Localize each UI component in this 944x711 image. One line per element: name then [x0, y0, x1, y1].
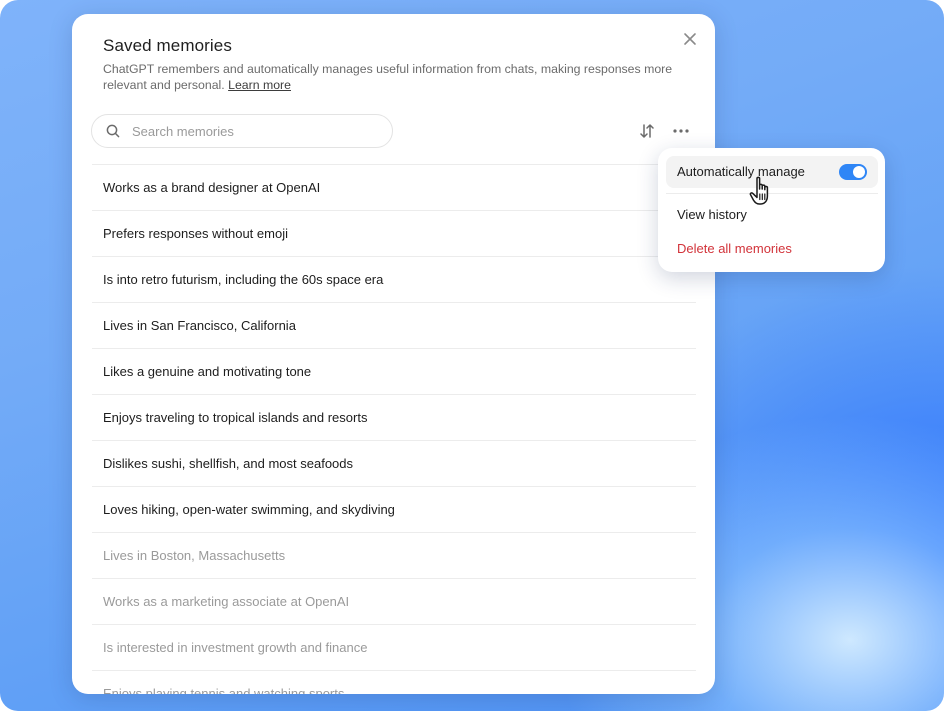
memory-item[interactable]: Likes a genuine and motivating tone: [92, 349, 696, 395]
memory-item[interactable]: Loves hiking, open-water swimming, and s…: [92, 487, 696, 533]
dialog-description: ChatGPT remembers and automatically mana…: [103, 61, 683, 93]
learn-more-link[interactable]: Learn more: [228, 78, 291, 92]
menu-item-view-history[interactable]: View history: [677, 207, 747, 222]
desktop-background: Saved memories ChatGPT remembers and aut…: [0, 0, 944, 711]
memory-item[interactable]: Enjoys traveling to tropical islands and…: [92, 395, 696, 441]
ellipsis-icon[interactable]: [671, 122, 691, 140]
memory-item[interactable]: Works as a marketing associate at OpenAI: [92, 579, 696, 625]
memory-item[interactable]: Is interested in investment growth and f…: [92, 625, 696, 671]
toggle-knob: [853, 166, 865, 178]
memory-item[interactable]: Works as a brand designer at OpenAI: [92, 165, 696, 211]
close-icon[interactable]: [681, 30, 699, 48]
memory-item[interactable]: Is into retro futurism, including the 60…: [92, 257, 696, 303]
dialog-title: Saved memories: [103, 36, 232, 55]
hand-pointer-cursor-icon: [749, 176, 769, 205]
sort-arrows-icon[interactable]: [638, 122, 656, 140]
memory-item[interactable]: Lives in Boston, Massachusetts: [92, 533, 696, 579]
search-input[interactable]: [130, 122, 374, 140]
memory-item[interactable]: Prefers responses without emoji: [92, 211, 696, 257]
memory-item[interactable]: Dislikes sushi, shellfish, and most seaf…: [92, 441, 696, 487]
automatically-manage-toggle[interactable]: [839, 164, 867, 180]
saved-memories-dialog: Saved memories ChatGPT remembers and aut…: [72, 14, 715, 694]
search-icon: [106, 124, 120, 138]
memory-item[interactable]: Lives in San Francisco, California: [92, 303, 696, 349]
menu-item-delete-all[interactable]: Delete all memories: [677, 241, 792, 256]
memory-list: Works as a brand designer at OpenAI Pref…: [92, 164, 696, 694]
automatically-manage-label: Automatically manage: [677, 164, 805, 179]
search-box[interactable]: [91, 114, 393, 148]
memory-item[interactable]: Enjoys playing tennis and watching sport…: [92, 671, 696, 694]
description-text: ChatGPT remembers and automatically mana…: [103, 62, 673, 92]
options-menu: Automatically manage View history Delete…: [658, 148, 885, 272]
